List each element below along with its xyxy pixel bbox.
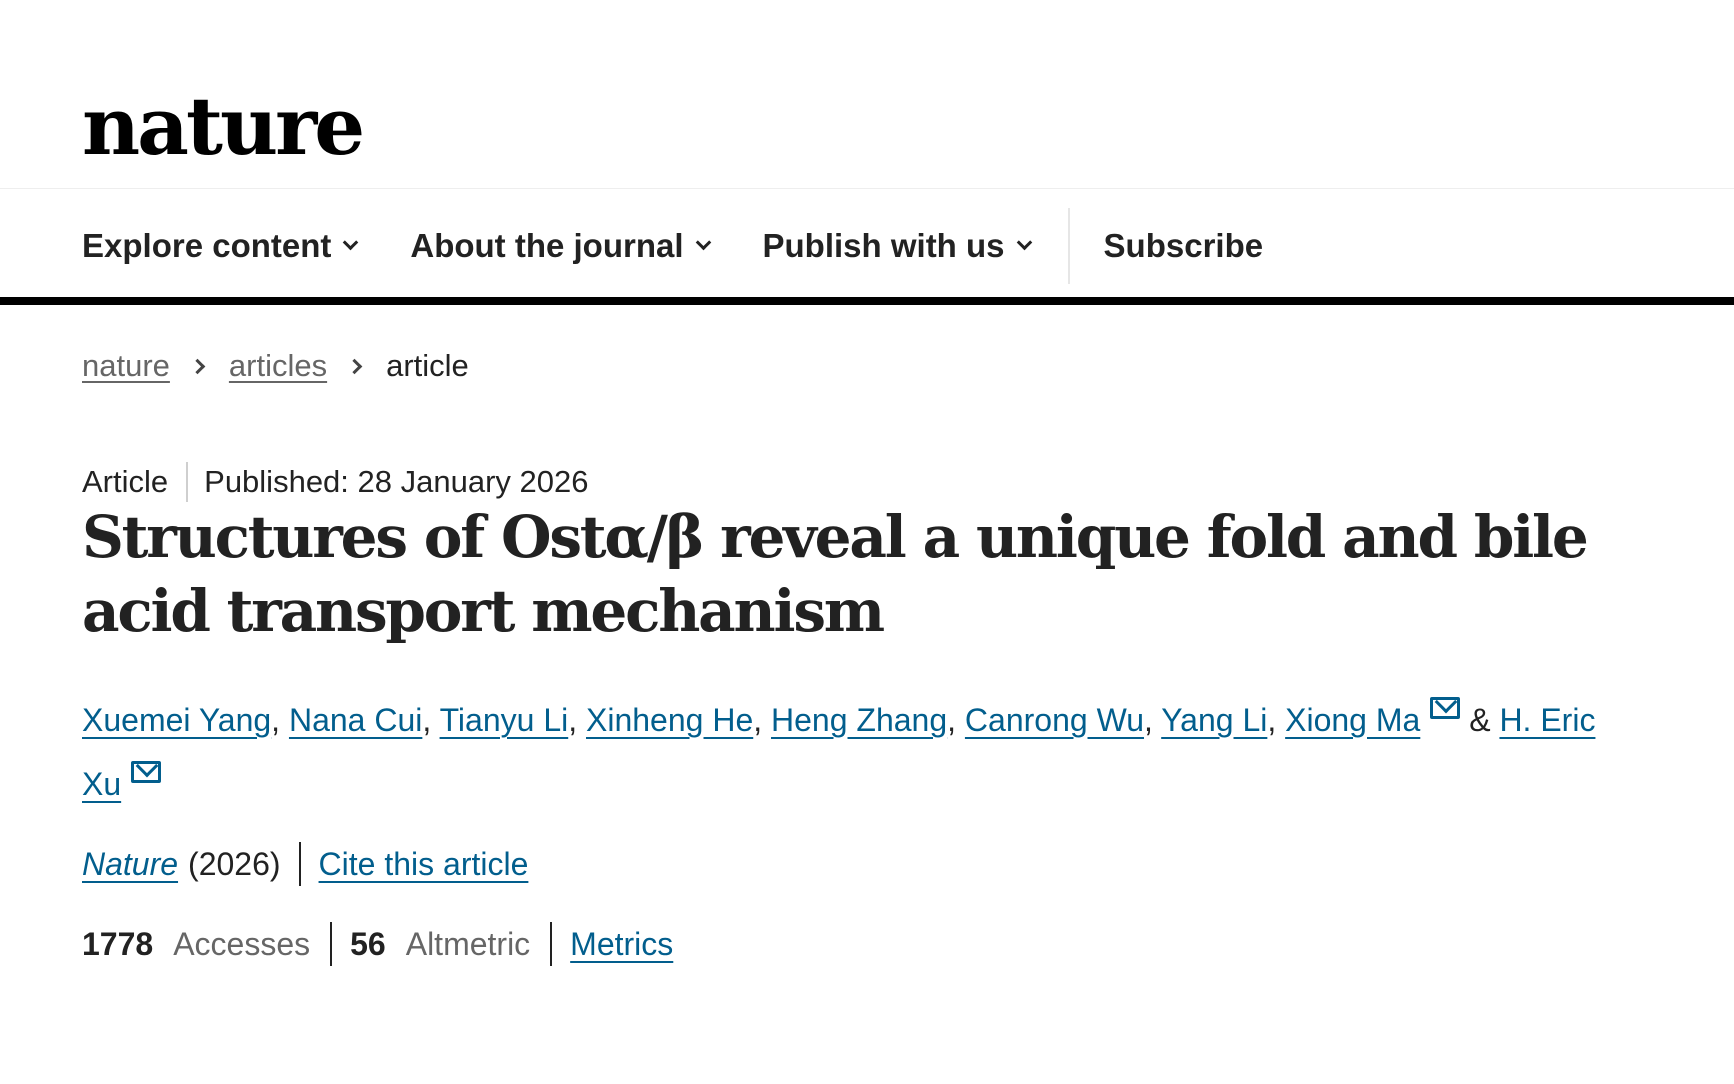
citation-line: Nature (2026) Cite this article [82, 842, 528, 886]
cite-divider [298, 842, 301, 886]
nav-subscribe[interactable]: Subscribe [1104, 227, 1264, 265]
mail-icon[interactable] [1430, 697, 1461, 719]
nav-publish-with-us-label: Publish with us [762, 227, 1005, 264]
nav-publish-with-us[interactable]: Publish with us [762, 227, 1032, 265]
nature-logo[interactable]: nature [82, 86, 365, 166]
author-link[interactable]: Xiong Ma [1285, 702, 1420, 738]
breadcrumb-current: article [386, 348, 469, 383]
publication-year: (2026) [188, 845, 281, 882]
altmetric-label: Altmetric [405, 925, 531, 962]
author-list: Xuemei Yang, Nana Cui, Tianyu Li, Xinhen… [82, 688, 1602, 816]
author-separator: , [1267, 702, 1286, 738]
chevron-down-icon [343, 234, 359, 250]
author-link[interactable]: Tianyu Li [440, 702, 569, 738]
metric-divider [330, 922, 333, 966]
nav-divider [1067, 208, 1070, 284]
breadcrumb-nature[interactable]: nature [82, 348, 170, 384]
chevron-down-icon [695, 234, 711, 250]
nav-explore-content-label: Explore content [82, 227, 332, 264]
cite-this-article-link[interactable]: Cite this article [319, 846, 529, 883]
author-joiner: & [1460, 702, 1500, 738]
accesses-count: 1778 [82, 925, 154, 962]
nav-about-the-journal[interactable]: About the journal [410, 227, 711, 265]
chevron-down-icon [1016, 234, 1032, 250]
author-link[interactable]: Nana Cui [289, 702, 422, 738]
header-divider [0, 188, 1734, 189]
nav-bottom-rule [0, 297, 1734, 305]
breadcrumb-articles[interactable]: articles [229, 348, 327, 384]
author-link[interactable]: Xinheng He [586, 702, 753, 738]
breadcrumb: nature articles article [82, 348, 469, 384]
author-separator: , [753, 702, 772, 738]
nav-about-the-journal-label: About the journal [410, 227, 684, 264]
journal-link[interactable]: Nature [82, 846, 178, 883]
author-link[interactable]: Xuemei Yang [82, 702, 271, 738]
metric-divider [550, 922, 553, 966]
altmetric-count: 56 [350, 925, 386, 962]
article-title: Structures of Ostα/β reveal a unique fol… [82, 503, 1589, 645]
author-separator: , [271, 702, 289, 738]
author-separator: , [947, 702, 965, 738]
author-separator: , [422, 702, 440, 738]
article-meta: Article Published: 28 January 2026 [82, 462, 588, 502]
author-link[interactable]: Yang Li [1161, 702, 1267, 738]
chevron-right-icon [189, 358, 206, 374]
accesses-label: Accesses [173, 925, 311, 962]
metrics-link[interactable]: Metrics [570, 926, 673, 963]
author-link[interactable]: Heng Zhang [771, 702, 947, 738]
meta-divider [186, 462, 189, 502]
author-separator: , [568, 702, 586, 738]
nav-subscribe-label: Subscribe [1103, 227, 1264, 264]
metrics-line: 1778 Accesses 56 Altmetric Metrics [82, 922, 673, 966]
author-link[interactable]: Canrong Wu [965, 702, 1144, 738]
article-type: Article [82, 464, 169, 499]
main-nav: Explore content About the journal Publis… [82, 208, 1264, 284]
article-page: nature Explore content About the journal… [0, 0, 1734, 1084]
published-date: Published: 28 January 2026 [204, 464, 589, 499]
author-separator: , [1143, 702, 1162, 738]
mail-icon[interactable] [131, 761, 162, 783]
chevron-right-icon [346, 358, 363, 374]
nav-explore-content[interactable]: Explore content [82, 227, 359, 265]
